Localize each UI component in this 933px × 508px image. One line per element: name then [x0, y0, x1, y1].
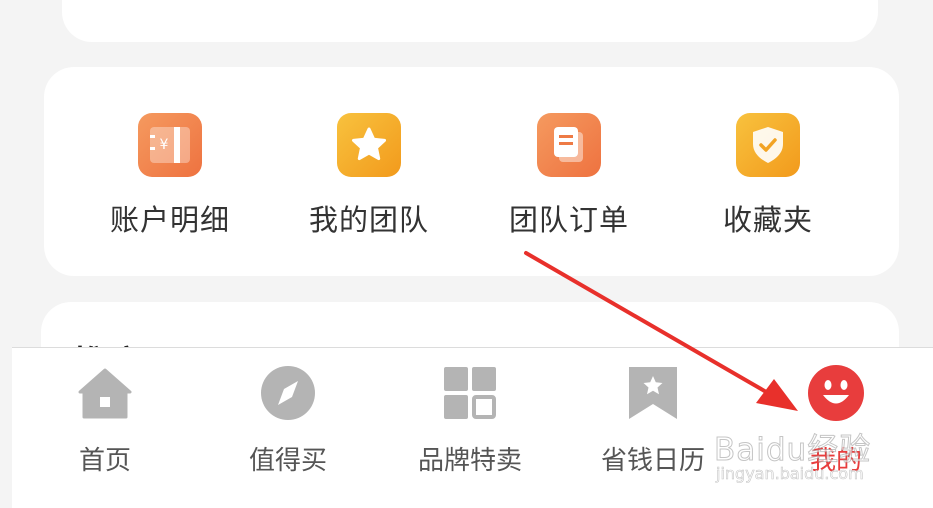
ledger-icon: ¥ [138, 113, 202, 177]
shield-check-icon [736, 113, 800, 177]
tab-mine[interactable]: 我的 [756, 364, 916, 477]
tab-label: 首页 [78, 446, 131, 476]
tab-brand-sale[interactable]: 品牌特卖 [390, 364, 550, 477]
home-icon [78, 368, 132, 419]
tool-label: 我的团队 [308, 203, 429, 237]
svg-text:¥: ¥ [160, 137, 169, 153]
tab-savings-calendar[interactable]: 省钱日历 [573, 364, 733, 477]
bottom-tab-bar: 首页 值得买 品牌特卖 省钱日历 我的 [12, 347, 933, 508]
tool-favorites[interactable]: 收藏夹 [678, 113, 858, 239]
tab-label: 我的 [809, 446, 862, 476]
tool-label: 账户明细 [109, 203, 230, 237]
tab-label: 值得买 [248, 446, 327, 476]
grid-icon [444, 367, 496, 419]
tool-label: 团队订单 [508, 203, 629, 237]
tab-home[interactable]: 首页 [25, 364, 185, 477]
star-icon [337, 113, 401, 177]
tab-label: 省钱日历 [600, 446, 705, 476]
tool-my-team[interactable]: 我的团队 [279, 113, 459, 239]
tab-label: 品牌特卖 [417, 446, 522, 476]
tool-label: 收藏夹 [722, 203, 813, 237]
top-card [62, 0, 878, 42]
tab-worth-buying[interactable]: 值得买 [208, 364, 368, 477]
tool-team-orders[interactable]: 团队订单 [479, 113, 659, 239]
smiley-icon [808, 365, 864, 421]
bookmark-star-icon [629, 367, 677, 419]
compass-icon [261, 366, 315, 420]
tools-card: ¥ 账户明细 我的团队 团队订单 收藏夹 [44, 67, 899, 276]
document-icon [537, 113, 601, 177]
tool-account-details[interactable]: ¥ 账户明细 [80, 113, 260, 239]
